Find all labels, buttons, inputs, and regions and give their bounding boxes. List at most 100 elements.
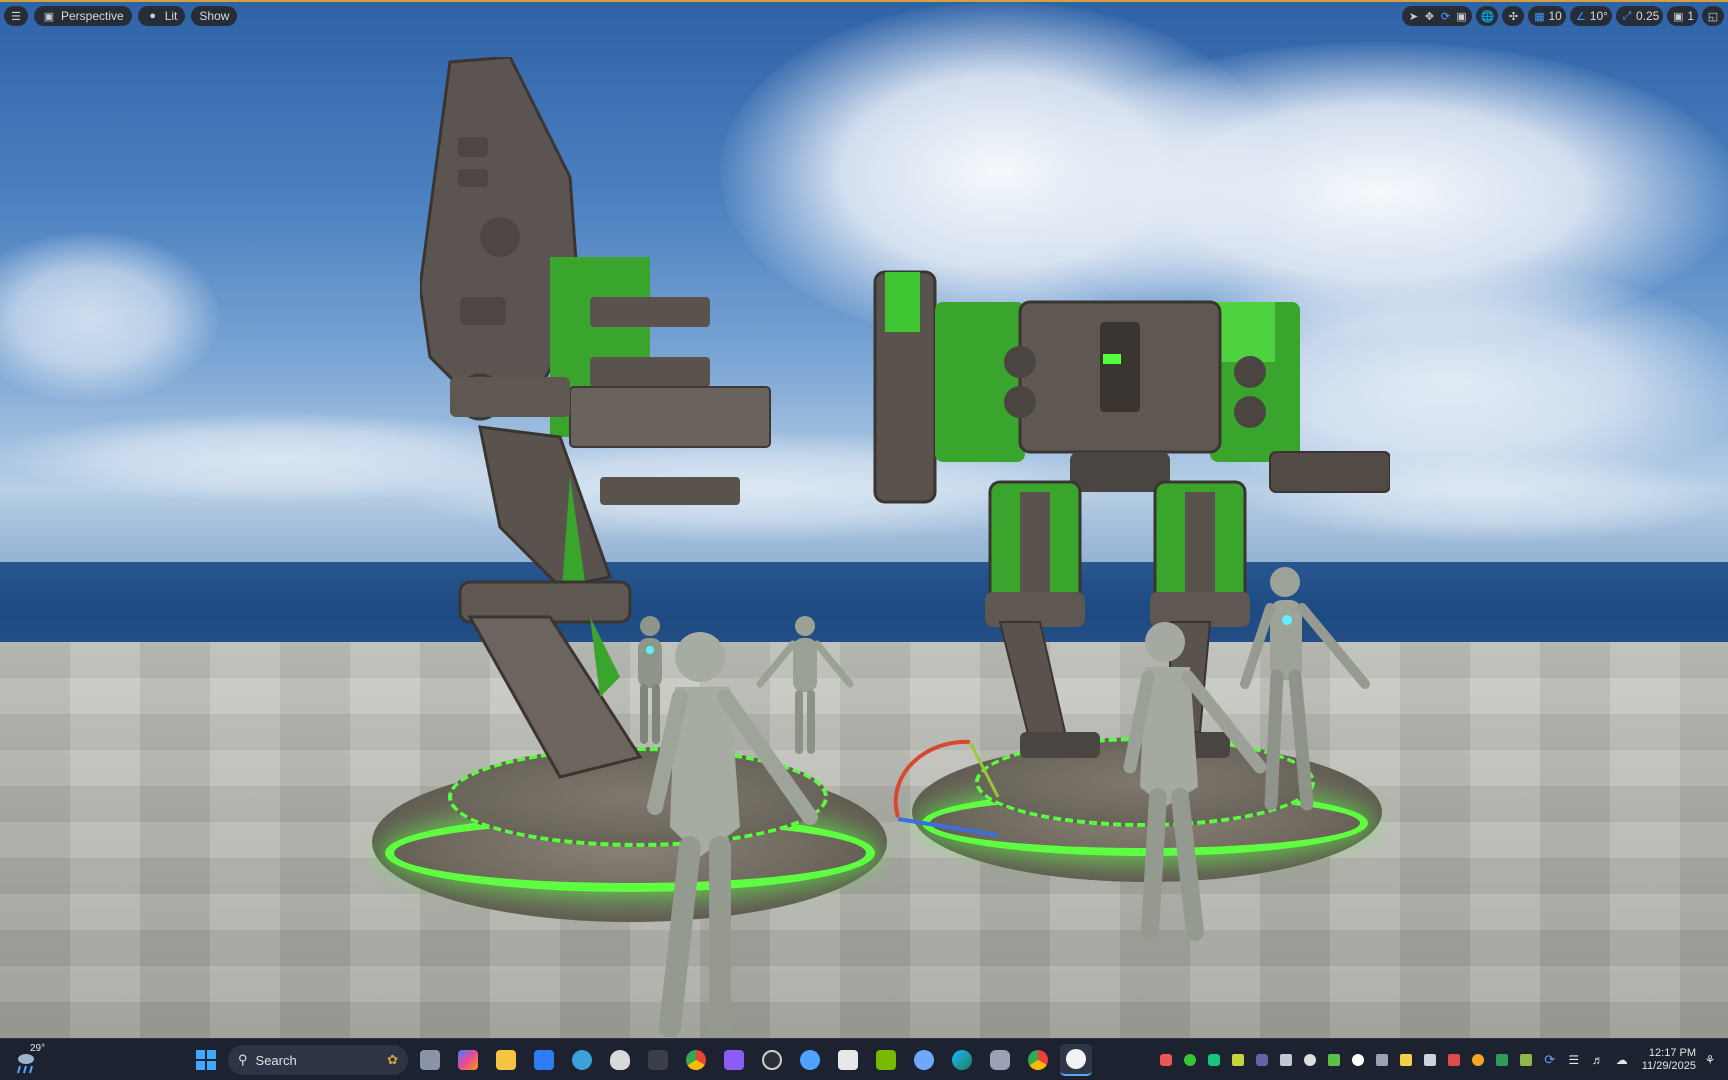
app-button-planet[interactable] <box>908 1044 940 1076</box>
tray-icon-4[interactable] <box>1228 1050 1248 1070</box>
microphone-icon <box>990 1050 1010 1070</box>
weather-widget[interactable]: 29° <box>14 1043 54 1077</box>
obs-icon <box>762 1050 782 1070</box>
viewport-toolbar-left: ☰ ▣ Perspective ● Lit Show <box>4 6 238 26</box>
chrome-button[interactable] <box>680 1044 712 1076</box>
app-button-wave[interactable] <box>794 1044 826 1076</box>
nvidia-icon <box>876 1050 896 1070</box>
taskbar-apps: ⚲ Search ✿ <box>190 1042 1092 1078</box>
tray-icon-1[interactable] <box>1156 1050 1176 1070</box>
tray-icon-10[interactable] <box>1372 1050 1392 1070</box>
viewport-options-button[interactable]: ☰ <box>4 6 28 26</box>
distant-ocean <box>0 562 1728 647</box>
globe-icon[interactable]: 🌐 <box>1480 9 1495 23</box>
unreal-engine-button[interactable] <box>1060 1044 1092 1076</box>
rotate-icon[interactable]: ⟳ <box>1438 9 1452 23</box>
app-button-mic[interactable] <box>984 1044 1016 1076</box>
angle-icon: ∠ <box>1575 10 1586 23</box>
lighting-mode-button[interactable]: ● Lit <box>137 6 186 26</box>
app-button-globe[interactable] <box>566 1044 598 1076</box>
tray-icon-g[interactable] <box>1348 1050 1368 1070</box>
nvidia-button[interactable] <box>870 1044 902 1076</box>
task-view-icon <box>420 1050 440 1070</box>
clock-date: 11/29/2025 <box>1641 1060 1696 1072</box>
tray-app-icon <box>1399 1054 1412 1066</box>
view-mode-label: Perspective <box>61 9 124 23</box>
tray-icon-weather[interactable]: ☁ <box>1612 1050 1632 1070</box>
dark-app-icon <box>648 1050 668 1070</box>
camera-icon: ▣ <box>1673 10 1684 23</box>
tray-icon-12[interactable] <box>1420 1050 1440 1070</box>
tray-icon-wifi[interactable]: ☰ <box>1564 1050 1584 1070</box>
obs-button[interactable] <box>756 1044 788 1076</box>
tray-app-icon <box>1231 1054 1244 1066</box>
transform-tools-group: ➤ ✥ ⟳ ▣ <box>1402 6 1473 26</box>
app-button-paint[interactable] <box>832 1044 864 1076</box>
weather-temp: 29° <box>30 1043 46 1054</box>
tray-icon-13[interactable] <box>1444 1050 1464 1070</box>
file-explorer-button[interactable] <box>490 1044 522 1076</box>
level-viewport[interactable]: ☰ ▣ Perspective ● Lit Show ➤ ✥ ⟳ ▣ 🌐 ✣ ▦ <box>0 0 1728 1038</box>
scale-snap-group[interactable]: ⤢ 0.25 <box>1615 6 1664 26</box>
grid-snap-group[interactable]: ▦ 10 <box>1528 6 1566 26</box>
teams-icon <box>1255 1054 1268 1066</box>
tray-icon-15[interactable] <box>1492 1050 1512 1070</box>
tray-icon-3[interactable] <box>1204 1050 1224 1070</box>
tray-icon-xbox[interactable] <box>1180 1050 1200 1070</box>
notification-bell-button[interactable]: ⚘ <box>1700 1050 1720 1070</box>
scale-icon[interactable]: ▣ <box>1454 9 1468 23</box>
edge-button[interactable] <box>946 1044 978 1076</box>
copilot-button[interactable] <box>452 1044 484 1076</box>
app-button-alien[interactable] <box>604 1044 636 1076</box>
sync-icon: ⟳ <box>1544 1052 1556 1067</box>
microsoft-store-button[interactable] <box>528 1044 560 1076</box>
edge-icon <box>952 1050 972 1070</box>
rotation-snap-group[interactable]: ∠ 10° <box>1569 6 1612 26</box>
volume-icon: ♬ <box>1591 1053 1604 1067</box>
maximize-icon[interactable]: ◱ <box>1706 9 1720 23</box>
taskbar-search[interactable]: ⚲ Search ✿ <box>228 1045 408 1075</box>
mannequin-figure[interactable] <box>640 627 820 1037</box>
copilot-icon <box>458 1050 478 1070</box>
surface-snap-icon[interactable]: ✣ <box>1506 9 1520 23</box>
tray-icon-16[interactable] <box>1516 1050 1536 1070</box>
tray-icon-8[interactable] <box>1324 1050 1344 1070</box>
mannequin-figure[interactable] <box>1235 564 1375 814</box>
tray-icon-11[interactable] <box>1396 1050 1416 1070</box>
visual-studio-icon <box>1279 1054 1292 1066</box>
tray-icon-14[interactable] <box>1468 1050 1488 1070</box>
camera-speed-value: 1 <box>1687 9 1694 23</box>
tray-app-icon <box>1447 1054 1460 1066</box>
task-view-button[interactable] <box>414 1044 446 1076</box>
g-hub-icon <box>1351 1054 1364 1066</box>
move-icon[interactable]: ✥ <box>1422 9 1436 23</box>
tray-icon-teams[interactable] <box>1252 1050 1272 1070</box>
chrome-icon <box>1028 1050 1048 1070</box>
tray-icon-7[interactable] <box>1300 1050 1320 1070</box>
hamburger-menu-icon: ☰ <box>11 10 21 23</box>
tray-icon-sync[interactable]: ⟳ <box>1540 1050 1560 1070</box>
scale-snap-value: 0.25 <box>1635 9 1660 23</box>
view-mode-button[interactable]: ▣ Perspective <box>34 6 132 26</box>
show-flags-button[interactable]: Show <box>191 6 238 26</box>
cursor-icon[interactable]: ➤ <box>1406 9 1420 23</box>
tray-icon-volume[interactable]: ♬ <box>1588 1050 1608 1070</box>
system-tray: ⟳ ☰ ♬ ☁ 12:17 PM 11/29/2025 ⚘ <box>1156 1042 1720 1078</box>
chrome-icon <box>686 1050 706 1070</box>
windows-taskbar: 29° ⚲ Search ✿ ⟳ ☰ ♬ ☁ 12:17 PM 11/29/20… <box>0 1038 1728 1080</box>
search-icon: ⚲ <box>238 1052 248 1067</box>
app-button-clapper[interactable] <box>718 1044 750 1076</box>
chrome-profile-button[interactable] <box>1022 1044 1054 1076</box>
tray-app-icon <box>1471 1054 1484 1066</box>
wifi-icon: ☰ <box>1568 1053 1580 1067</box>
start-button[interactable] <box>190 1044 222 1076</box>
taskbar-clock[interactable]: 12:17 PM 11/29/2025 <box>1642 1047 1696 1073</box>
planet-icon <box>914 1050 934 1070</box>
surface-snap-group: ✣ <box>1502 6 1525 26</box>
tray-icon-vs[interactable] <box>1276 1050 1296 1070</box>
cloud-icon: ☁ <box>1615 1053 1628 1067</box>
folder-icon <box>496 1050 516 1070</box>
app-button-dark[interactable] <box>642 1044 674 1076</box>
camera-speed-group[interactable]: ▣ 1 <box>1667 6 1698 26</box>
clock-time: 12:17 PM <box>1648 1047 1696 1059</box>
